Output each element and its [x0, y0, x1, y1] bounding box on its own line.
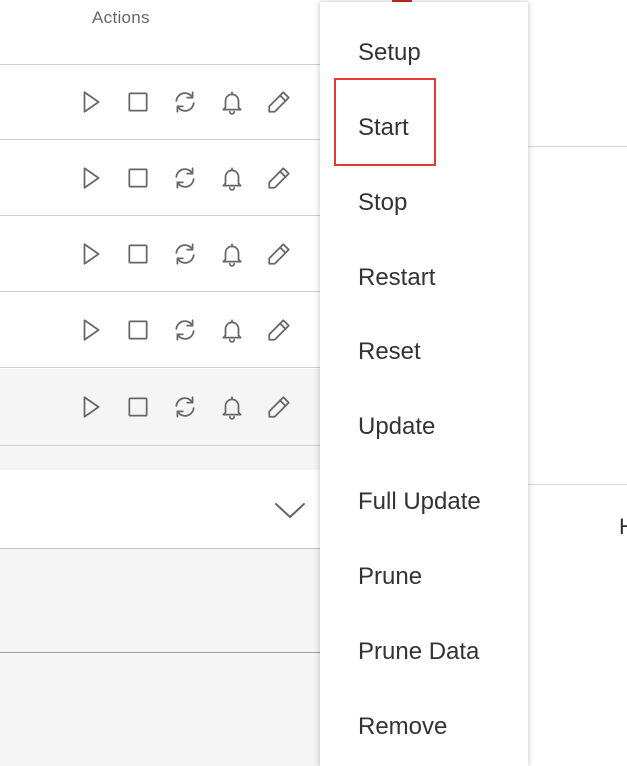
- bell-icon[interactable]: [217, 163, 247, 193]
- content-panel: [0, 653, 320, 766]
- stop-icon[interactable]: [123, 163, 153, 193]
- edit-icon[interactable]: [264, 163, 294, 193]
- play-icon[interactable]: [76, 315, 106, 345]
- edit-icon[interactable]: [264, 239, 294, 269]
- actions-column-header: Actions: [92, 8, 150, 27]
- partial-label: H: [619, 514, 627, 539]
- bell-icon[interactable]: [217, 392, 247, 422]
- edit-icon[interactable]: [264, 87, 294, 117]
- edit-icon[interactable]: [264, 315, 294, 345]
- content-panel: [0, 549, 320, 653]
- restart-icon[interactable]: [170, 315, 200, 345]
- restart-icon[interactable]: [170, 163, 200, 193]
- restart-icon[interactable]: [170, 239, 200, 269]
- menu-item-prune-data[interactable]: Prune Data: [358, 635, 479, 669]
- bell-icon[interactable]: [217, 87, 247, 117]
- table-row: [0, 293, 320, 368]
- menu-item-setup[interactable]: Setup: [358, 36, 421, 70]
- menu-item-prune[interactable]: Prune: [358, 560, 422, 594]
- restart-icon[interactable]: [170, 392, 200, 422]
- table-row: [0, 217, 320, 292]
- edit-icon[interactable]: [264, 392, 294, 422]
- stop-icon[interactable]: [123, 392, 153, 422]
- section-spacer: [0, 446, 320, 470]
- menu-item-restart[interactable]: Restart: [358, 261, 435, 295]
- play-icon[interactable]: [76, 392, 106, 422]
- stop-icon[interactable]: [123, 239, 153, 269]
- menu-item-full-update[interactable]: Full Update: [358, 485, 481, 519]
- play-icon[interactable]: [76, 239, 106, 269]
- play-icon[interactable]: [76, 163, 106, 193]
- stop-icon[interactable]: [123, 315, 153, 345]
- table-row: [0, 65, 320, 140]
- menu-item-update[interactable]: Update: [358, 410, 435, 444]
- divider: [528, 484, 627, 485]
- stop-icon[interactable]: [123, 87, 153, 117]
- bell-icon[interactable]: [217, 239, 247, 269]
- divider: [528, 146, 627, 147]
- highlight-box: [334, 78, 436, 166]
- table-row: [0, 369, 320, 446]
- bell-icon[interactable]: [217, 315, 247, 345]
- table-row: [0, 141, 320, 216]
- play-icon[interactable]: [76, 87, 106, 117]
- restart-icon[interactable]: [170, 87, 200, 117]
- menu-item-stop[interactable]: Stop: [358, 186, 407, 220]
- expandable-row[interactable]: [0, 470, 320, 549]
- menu-item-reset[interactable]: Reset: [358, 335, 421, 369]
- menu-item-remove[interactable]: Remove: [358, 710, 447, 744]
- chevron-down-icon[interactable]: [272, 492, 308, 528]
